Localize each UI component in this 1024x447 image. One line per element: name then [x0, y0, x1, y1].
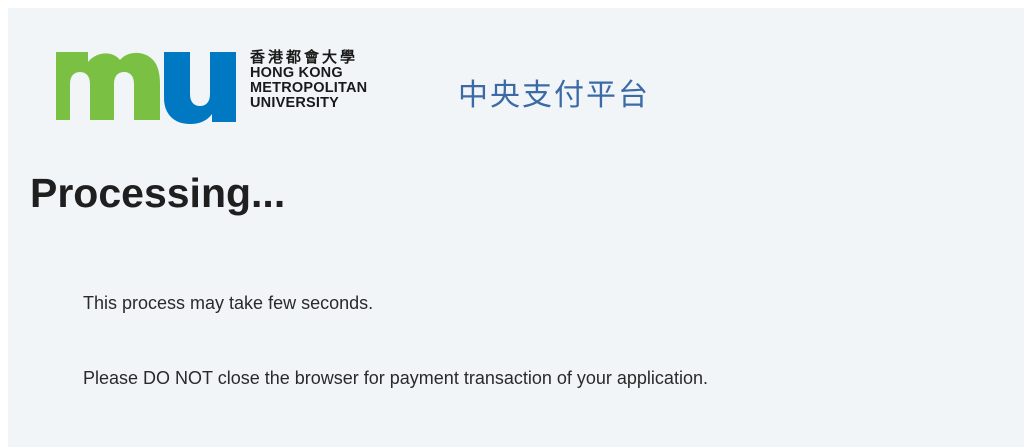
logo-name-en-line-1: HONG KONG [250, 65, 343, 81]
logo-m-shape [56, 52, 160, 120]
logo-u-shape [164, 52, 236, 124]
page-title: Processing... [30, 170, 286, 216]
mu-logo-icon [56, 52, 236, 124]
warning-message: Please DO NOT close the browser for paym… [83, 368, 708, 388]
logo-name-en-line-3: UNIVERSITY [250, 95, 340, 111]
logo-wordmark: 香港都會大學 HONG KONG METROPOLITAN UNIVERSITY [250, 48, 410, 111]
logo-name-zh: 香港都會大學 [250, 48, 359, 66]
page: 香港都會大學 HONG KONG METROPOLITAN UNIVERSITY… [8, 8, 1024, 447]
logo-name-en-line-2: METROPOLITAN [250, 80, 368, 96]
site-title: 中央支付平台 [458, 78, 650, 113]
header: 香港都會大學 HONG KONG METROPOLITAN UNIVERSITY… [8, 8, 1024, 138]
info-message: This process may take few seconds. [83, 293, 374, 313]
university-logo: 香港都會大學 HONG KONG METROPOLITAN UNIVERSITY [48, 42, 408, 132]
